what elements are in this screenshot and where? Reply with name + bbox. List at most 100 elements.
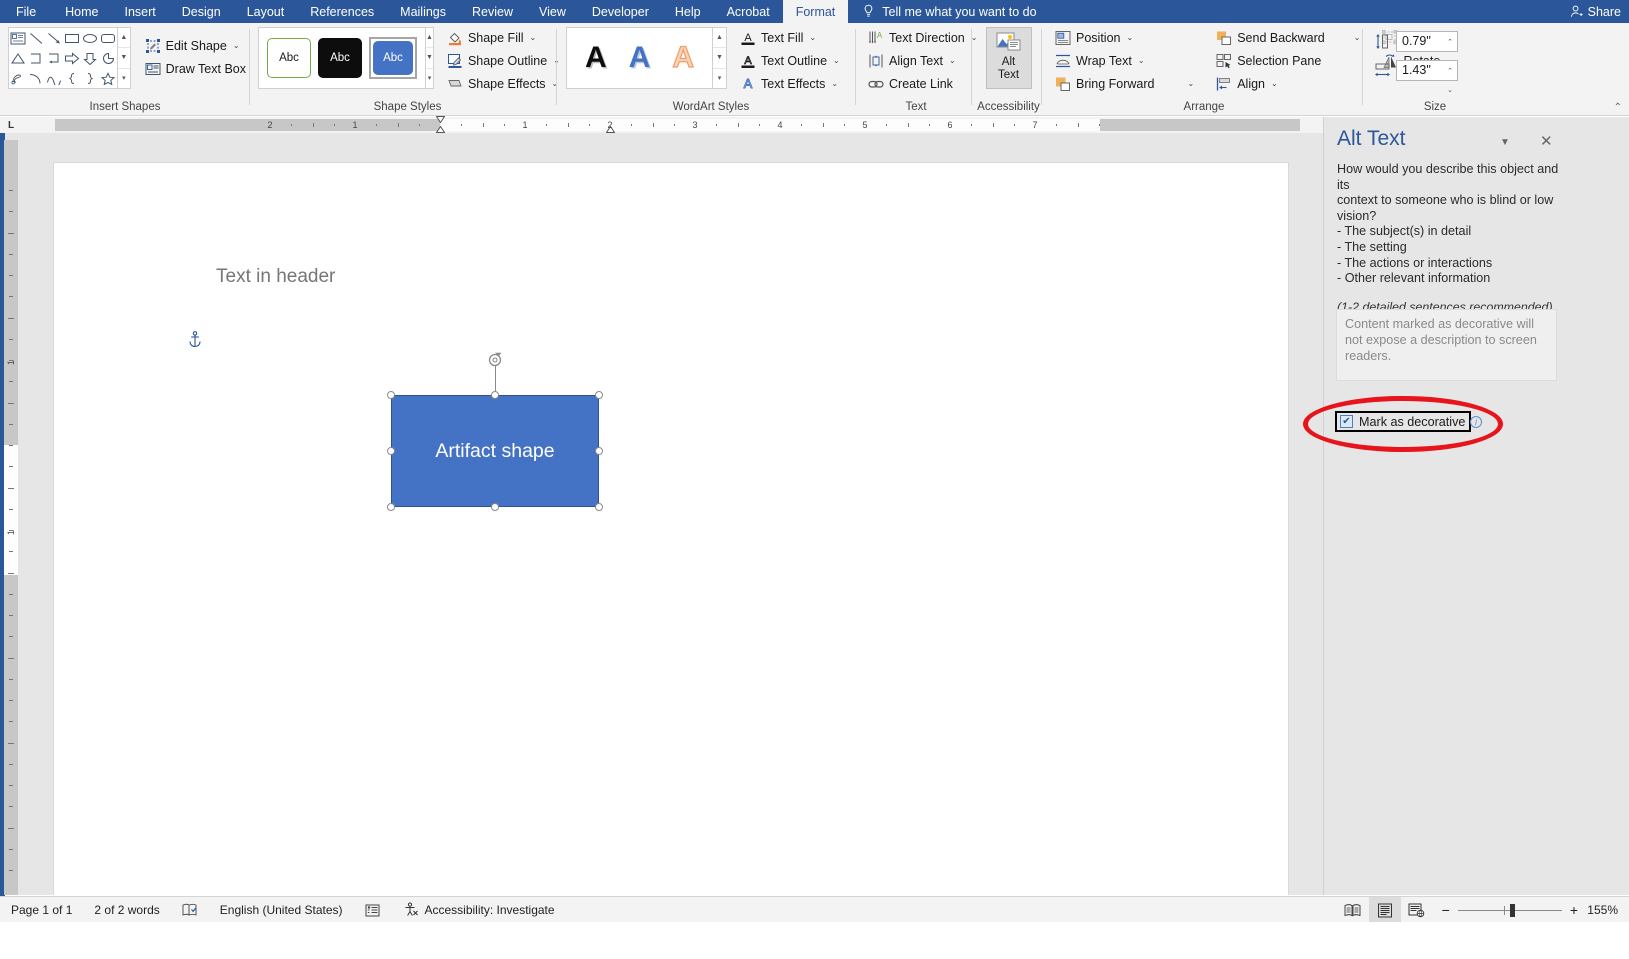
selection-handle-top-center[interactable] (491, 391, 499, 399)
height-spinner[interactable]: ⌃⌄ (1445, 33, 1455, 50)
shape-triangle-icon[interactable] (9, 48, 27, 68)
tab-help[interactable]: Help (662, 0, 714, 23)
tab-insert[interactable]: Insert (112, 0, 169, 23)
alt-text-button[interactable]: Alt Text (986, 27, 1032, 89)
chevron-down-icon[interactable]: ⌄ (552, 79, 559, 88)
tab-stop-selector[interactable]: L (0, 117, 22, 133)
shape-rounded-rectangle-icon[interactable] (99, 28, 117, 48)
header-text[interactable]: Text in header (216, 266, 335, 288)
shape-style-thumb-2[interactable]: Abc (318, 38, 362, 78)
wordart-gallery[interactable]: A A A (566, 27, 713, 89)
shape-effects-button[interactable]: Shape Effects ⌄ (443, 73, 564, 94)
tab-developer[interactable]: Developer (579, 0, 662, 23)
shape-oval-icon[interactable] (81, 28, 99, 48)
shape-elbow-arrow-connector-icon[interactable] (45, 48, 63, 68)
shape-arc-icon[interactable] (27, 68, 45, 88)
selection-handle-top-left[interactable] (387, 391, 395, 399)
view-print-layout-button[interactable] (1369, 897, 1401, 923)
artifact-shape[interactable]: Artifact shape (391, 395, 599, 507)
styles-scroll-down-icon[interactable]: ▼ (426, 48, 433, 68)
shape-style-thumb-1[interactable]: Abc (267, 38, 311, 78)
styles-more-icon[interactable]: ▾ (426, 69, 433, 88)
shape-elbow-connector-icon[interactable] (27, 48, 45, 68)
text-fill-button[interactable]: A Text Fill ⌄ (736, 27, 844, 48)
tab-design[interactable]: Design (169, 0, 234, 23)
zoom-slider-thumb[interactable] (1510, 904, 1515, 917)
status-display-settings[interactable] (354, 903, 392, 917)
collapse-ribbon-icon[interactable]: ⌃ (1614, 102, 1622, 113)
zoom-level-button[interactable]: 155% (1587, 903, 1629, 917)
status-accessibility[interactable]: Accessibility: Investigate (392, 902, 566, 917)
zoom-in-button[interactable]: + (1570, 902, 1578, 918)
width-spinner[interactable]: ⌃⌄ (1445, 62, 1455, 79)
info-icon[interactable]: i (1470, 416, 1482, 428)
align-text-button[interactable]: Align Text ⌄ (864, 50, 981, 71)
create-link-button[interactable]: Create Link (864, 73, 981, 94)
selection-handle-bottom-left[interactable] (387, 503, 395, 511)
selection-handle-middle-right[interactable] (595, 447, 603, 455)
bring-forward-button[interactable]: Bring Forward ⌄ (1051, 73, 1198, 94)
selection-handle-bottom-center[interactable] (491, 503, 499, 511)
status-language[interactable]: English (United States) (209, 903, 354, 917)
wordart-scroll-down-icon[interactable]: ▼ (713, 48, 726, 68)
status-page-indicator[interactable]: Page 1 of 1 (0, 903, 83, 917)
chevron-down-icon[interactable]: ⌄ (1126, 33, 1133, 42)
tell-me-search[interactable]: Tell me what you want to do (848, 0, 1046, 23)
shape-line-icon[interactable] (27, 28, 45, 48)
pane-options-chevron-icon[interactable]: ▼ (1500, 137, 1510, 148)
tab-format[interactable]: Format (783, 0, 849, 23)
zoom-slider[interactable]: − + (1433, 902, 1587, 918)
shape-outline-button[interactable]: Shape Outline ⌄ (443, 50, 564, 71)
text-effects-button[interactable]: A Text Effects ⌄ (736, 73, 844, 94)
tab-mailings[interactable]: Mailings (387, 0, 459, 23)
shape-styles-scroll[interactable]: ▲ ▼ ▾ (426, 27, 434, 89)
ruler-track[interactable]: 211234567 (55, 119, 1300, 131)
send-backward-button[interactable]: Send Backward ⌄ (1212, 27, 1364, 48)
shapes-gallery-scroll[interactable]: ▲ ▼ ▾ (118, 27, 131, 89)
shape-right-brace-icon[interactable] (81, 68, 99, 88)
tab-review[interactable]: Review (459, 0, 526, 23)
gallery-scroll-down-icon[interactable]: ▼ (118, 48, 130, 68)
status-proofing[interactable] (171, 903, 209, 917)
selection-handle-middle-left[interactable] (387, 447, 395, 455)
chevron-down-icon[interactable]: ⌄ (1271, 79, 1278, 88)
spin-up-icon[interactable]: ⌃ (1447, 62, 1453, 81)
edit-shape-button[interactable]: Edit Shape ⌄ (141, 35, 250, 56)
selection-pane-button[interactable]: Selection Pane (1212, 50, 1364, 71)
shape-star-icon[interactable] (99, 68, 117, 88)
gallery-more-icon[interactable]: ▾ (118, 69, 130, 88)
shape-style-thumb-3-selected[interactable]: Abc (369, 37, 417, 79)
mark-as-decorative-checkbox-row[interactable]: ✔ Mark as decorative (1335, 411, 1471, 432)
vertical-ruler[interactable]: 11 (4, 140, 18, 895)
status-word-count[interactable]: 2 of 2 words (83, 903, 170, 917)
selection-handle-top-right[interactable] (595, 391, 603, 399)
shape-fill-button[interactable]: Shape Fill ⌄ (443, 27, 564, 48)
wordart-thumb-3[interactable]: A (672, 43, 694, 73)
chevron-down-icon[interactable]: ⌄ (1354, 33, 1361, 42)
text-outline-button[interactable]: A Text Outline ⌄ (736, 50, 844, 71)
rotate-handle-icon[interactable] (486, 351, 504, 369)
tab-file[interactable]: File (0, 0, 52, 23)
wordart-scroll-up-icon[interactable]: ▲ (713, 28, 726, 48)
chevron-down-icon[interactable]: ⌄ (809, 33, 816, 42)
pane-close-icon[interactable]: ✕ (1540, 132, 1553, 150)
gallery-scroll-up-icon[interactable]: ▲ (118, 28, 130, 48)
shape-rectangle-icon[interactable] (63, 28, 81, 48)
chevron-down-icon[interactable]: ⌄ (833, 56, 840, 65)
tab-home[interactable]: Home (52, 0, 111, 23)
chevron-down-icon[interactable]: ⌄ (233, 41, 240, 50)
chevron-down-icon[interactable]: ⌄ (1188, 79, 1195, 88)
document-page[interactable]: Text in header Artifact shape (53, 162, 1289, 895)
selection-handle-bottom-right[interactable] (595, 503, 603, 511)
shape-right-arrow-icon[interactable] (63, 48, 81, 68)
tab-acrobat[interactable]: Acrobat (714, 0, 783, 23)
hanging-indent-marker[interactable] (436, 126, 445, 133)
wordart-more-icon[interactable]: ▾ (713, 69, 726, 88)
shapes-gallery[interactable] (8, 27, 118, 89)
shape-left-brace-icon[interactable] (63, 68, 81, 88)
wrap-text-button[interactable]: Wrap Text ⌄ (1051, 50, 1198, 71)
shape-textbox-icon[interactable] (9, 28, 27, 48)
chevron-down-icon[interactable]: ⌄ (530, 33, 537, 42)
document-canvas[interactable]: Text in header Artifact shape (19, 133, 1323, 895)
shape-arrow-icon[interactable] (45, 28, 63, 48)
